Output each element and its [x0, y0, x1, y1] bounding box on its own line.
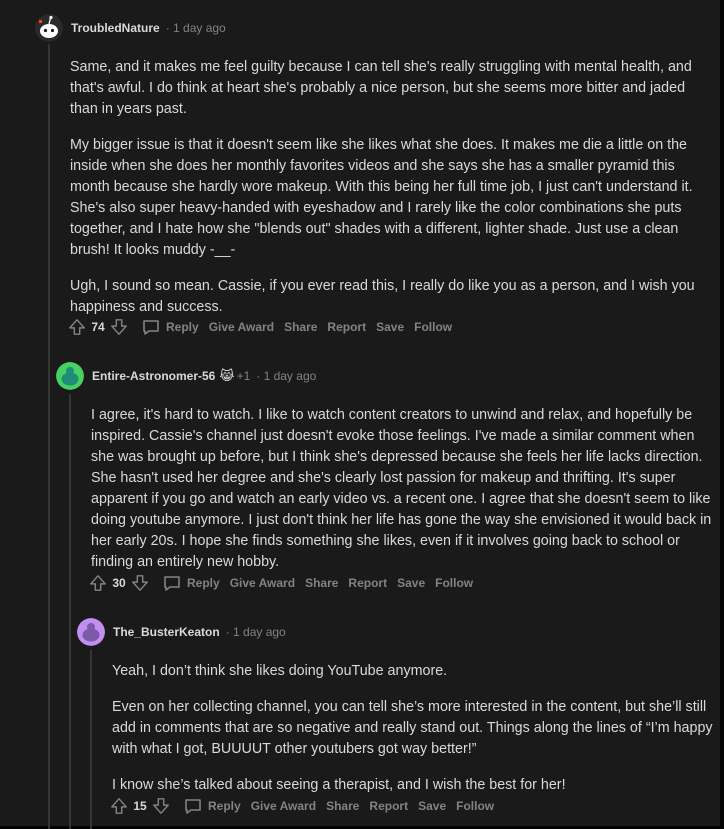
give-award-button[interactable]: Give Award	[251, 799, 316, 813]
award-count: +1	[236, 369, 251, 383]
snoo-avatar-icon	[77, 618, 105, 646]
comment-paragraph: Same, and it makes me feel guilty becaus…	[70, 59, 692, 117]
reply-button[interactable]: Reply	[141, 317, 199, 337]
give-award-button[interactable]: Give Award	[209, 320, 274, 334]
comment-entire-astronomer: Entire-Astronomer-56 😹 +1 · 1 day ago I …	[56, 362, 716, 588]
timestamp[interactable]: · 1 day ago	[166, 21, 226, 35]
comment-troublednature: TroubledNature · 1 day ago Same, and it …	[35, 14, 715, 333]
upvote-icon[interactable]	[67, 317, 87, 337]
save-button[interactable]: Save	[418, 799, 446, 813]
comment-actions: 74 Reply Give Award Share Report Save Fo…	[67, 315, 452, 339]
comment-header: Entire-Astronomer-56 😹 +1 · 1 day ago	[56, 362, 716, 390]
upvote-icon[interactable]	[88, 573, 108, 593]
follow-button[interactable]: Follow	[414, 320, 452, 334]
snoo-avatar-icon	[56, 362, 84, 390]
comment-body: Same, and it makes me feel guilty becaus…	[70, 57, 715, 318]
comment-paragraph: I know she’s talked about seeing a thera…	[112, 777, 566, 793]
window-edge-right	[720, 0, 724, 829]
vote-score: 30	[112, 576, 126, 590]
share-button[interactable]: Share	[326, 799, 359, 813]
report-button[interactable]: Report	[369, 799, 408, 813]
comment-header: TroubledNature · 1 day ago	[35, 14, 715, 42]
comment-paragraph: Ugh, I sound so mean. Cassie, if you eve…	[70, 278, 695, 315]
comment-paragraph: My bigger issue is that it doesn't seem …	[70, 137, 693, 258]
comment-body: I agree, it's hard to watch. I like to w…	[91, 405, 716, 573]
vote-score: 15	[133, 799, 147, 813]
comment-bubble-icon	[164, 576, 180, 591]
follow-button[interactable]: Follow	[456, 799, 494, 813]
award-icon[interactable]: 😹	[219, 368, 234, 384]
author-name[interactable]: Entire-Astronomer-56	[92, 369, 215, 383]
comment-bubble-icon	[143, 320, 159, 335]
share-button[interactable]: Share	[305, 576, 338, 590]
share-button[interactable]: Share	[284, 320, 317, 334]
save-button[interactable]: Save	[376, 320, 404, 334]
comment-paragraph: Even on her collecting channel, you can …	[112, 699, 713, 757]
timestamp[interactable]: · 1 day ago	[256, 369, 316, 383]
follow-button[interactable]: Follow	[435, 576, 473, 590]
comment-body: Yeah, I don’t think she likes doing YouT…	[112, 661, 717, 796]
report-button[interactable]: Report	[348, 576, 387, 590]
comment-paragraph: I agree, it's hard to watch. I like to w…	[91, 407, 712, 570]
reply-button[interactable]: Reply	[183, 796, 241, 816]
timestamp[interactable]: · 1 day ago	[226, 625, 286, 639]
avatar[interactable]	[56, 362, 84, 390]
avatar[interactable]	[35, 14, 63, 42]
snoo-avatar-icon	[35, 14, 63, 42]
downvote-icon[interactable]	[109, 317, 129, 337]
comment-the-busterkeaton: The_BusterKeaton · 1 day ago Yeah, I don…	[77, 618, 717, 811]
comment-bubble-icon	[185, 799, 201, 814]
report-button[interactable]: Report	[327, 320, 366, 334]
comment-actions: 30 Reply Give Award Share Report Save Fo…	[88, 571, 473, 595]
comment-paragraph: Yeah, I don’t think she likes doing YouT…	[112, 663, 448, 679]
avatar[interactable]	[77, 618, 105, 646]
save-button[interactable]: Save	[397, 576, 425, 590]
downvote-icon[interactable]	[151, 796, 171, 816]
comment-actions: 15 Reply Give Award Share Report Save Fo…	[109, 794, 494, 818]
give-award-button[interactable]: Give Award	[230, 576, 295, 590]
downvote-icon[interactable]	[130, 573, 150, 593]
reply-button[interactable]: Reply	[162, 573, 220, 593]
comment-header: The_BusterKeaton · 1 day ago	[77, 618, 717, 646]
upvote-icon[interactable]	[109, 796, 129, 816]
vote-score: 74	[91, 320, 105, 334]
author-name[interactable]: The_BusterKeaton	[113, 625, 220, 639]
author-name[interactable]: TroubledNature	[71, 21, 160, 35]
